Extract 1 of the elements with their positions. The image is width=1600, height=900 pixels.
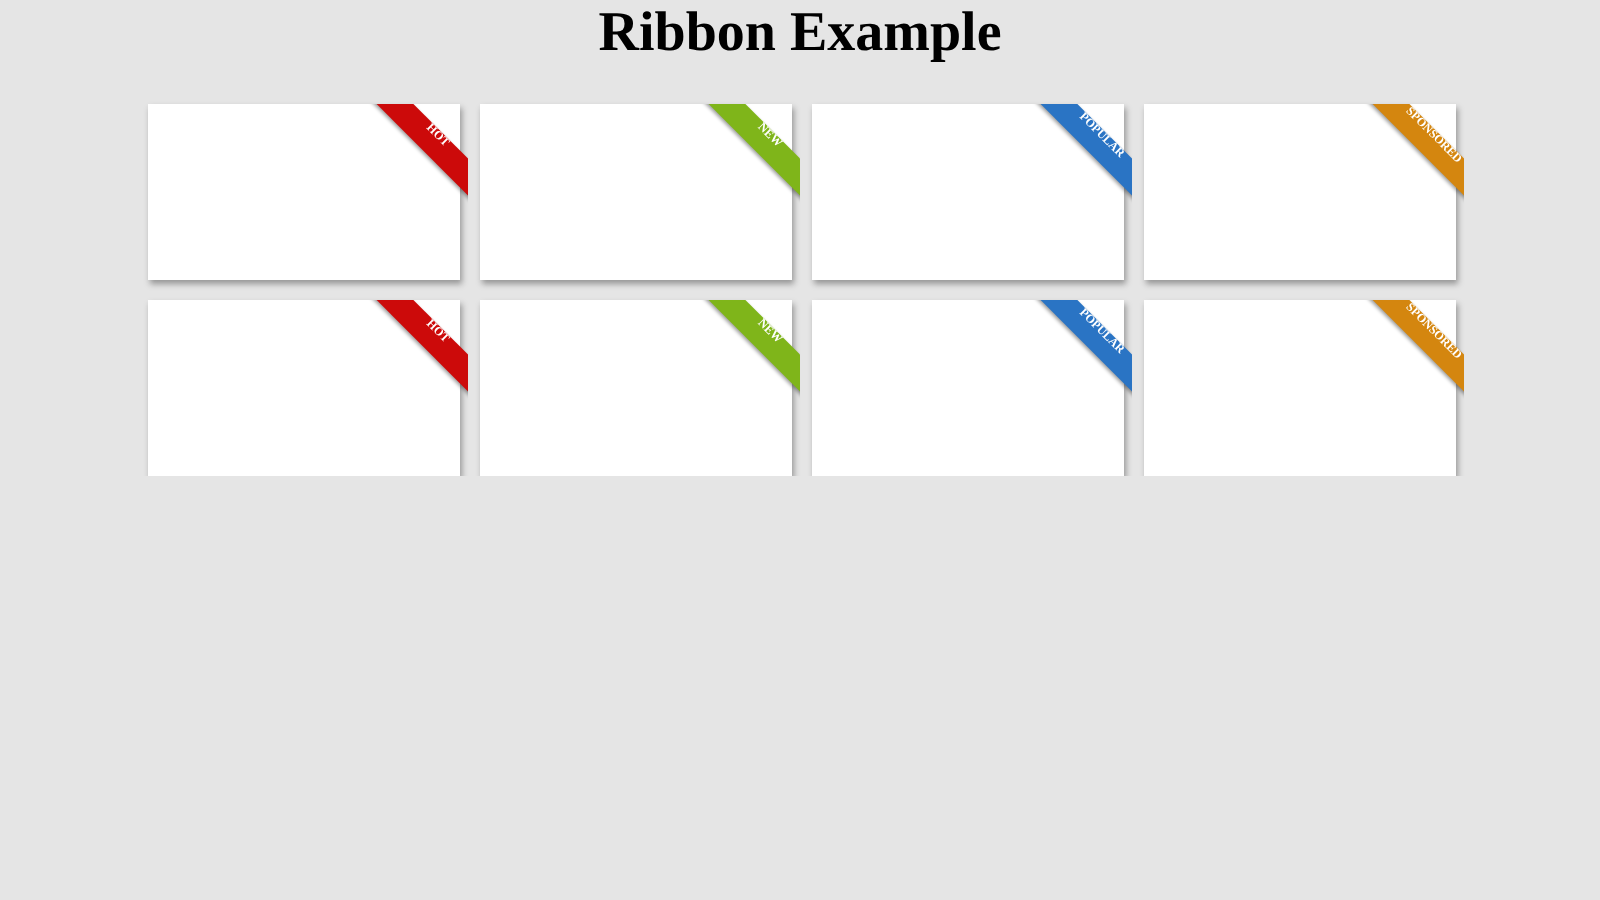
page-title: Ribbon Example — [596, 0, 1004, 68]
